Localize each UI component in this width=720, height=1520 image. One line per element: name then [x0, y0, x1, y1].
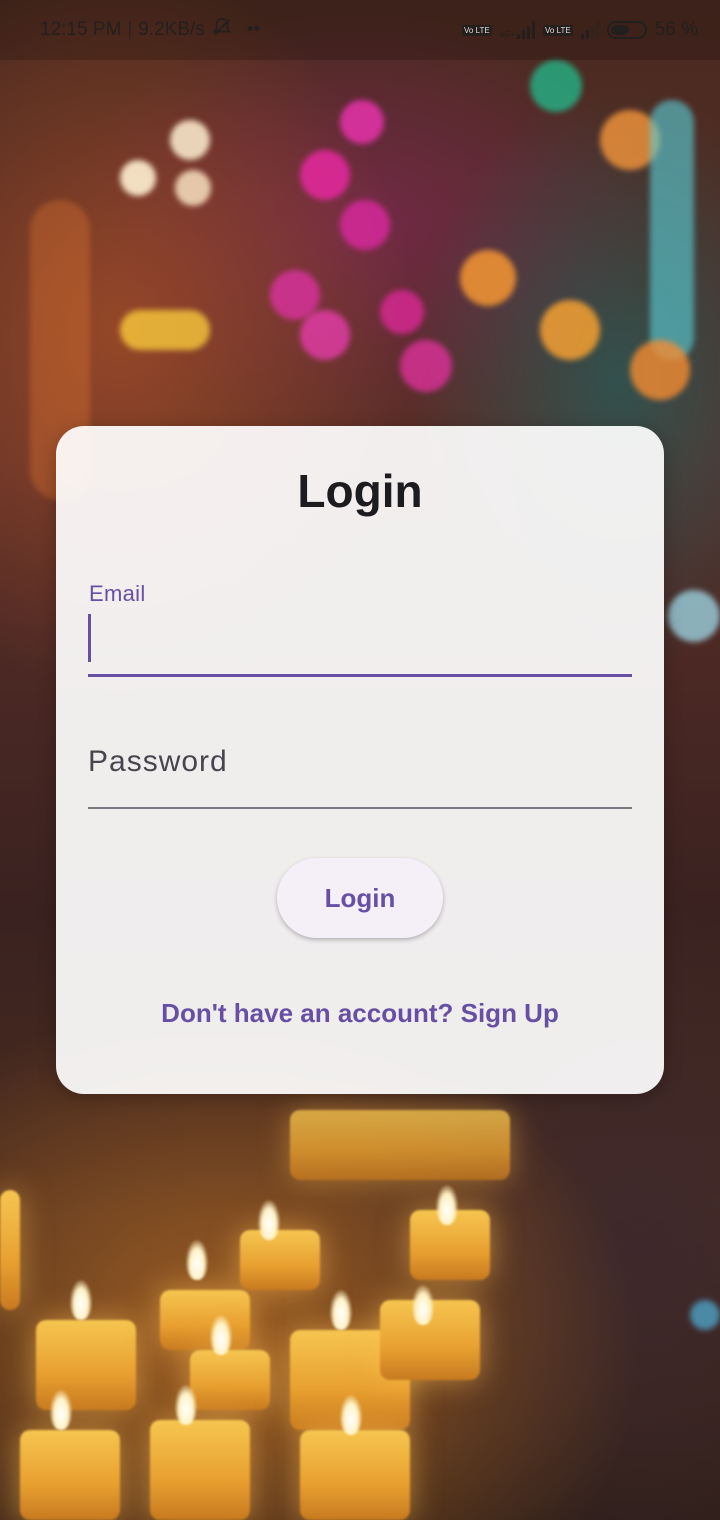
candle-flame [412, 1285, 434, 1325]
candle [36, 1320, 136, 1410]
signup-link[interactable]: Don't have an account? Sign Up [0, 998, 720, 1029]
email-field[interactable] [88, 612, 632, 662]
login-button[interactable]: Login [277, 858, 443, 938]
candle [20, 1430, 120, 1520]
candle [290, 1110, 510, 1180]
battery-percent: 56 % [654, 19, 698, 40]
bokeh-light [300, 310, 350, 360]
candle-flame [50, 1390, 72, 1430]
candle-flame [70, 1280, 92, 1320]
bokeh-light [380, 290, 424, 334]
password-field[interactable] [88, 732, 632, 792]
status-bar: 12:15 PM | 9.2KB/s •• Vo LTE 4G+ Vo LTE … [0, 0, 720, 60]
candle [190, 1350, 270, 1410]
bokeh-light [340, 100, 384, 144]
candle-flame [330, 1290, 352, 1330]
candle [160, 1290, 250, 1350]
bokeh-light [530, 60, 582, 112]
bokeh-light [120, 310, 210, 350]
candle-flame [175, 1385, 197, 1425]
candle [150, 1420, 250, 1520]
bokeh-light [460, 250, 516, 306]
signal-strength-icon-2 [580, 21, 599, 39]
status-net-speed: 9.2KB/s [138, 19, 205, 40]
bokeh-light [340, 200, 390, 250]
signal-strength-icon: 4G+ [499, 21, 536, 39]
candle [300, 1430, 410, 1520]
candle-flame [436, 1185, 458, 1225]
candle-flame [210, 1315, 232, 1355]
volte-badge-2: Vo LTE [543, 24, 573, 36]
network-type: 4G+ [499, 30, 516, 39]
bokeh-light [668, 590, 720, 642]
bokeh-light [120, 160, 156, 196]
bokeh-light [400, 340, 452, 392]
password-underline [88, 807, 632, 809]
candle-flame [340, 1395, 362, 1435]
email-underline [88, 674, 632, 677]
bokeh-light [540, 300, 600, 360]
bokeh-light [175, 170, 211, 206]
status-separator: | [127, 19, 133, 40]
bokeh-light [170, 120, 210, 160]
status-time: 12:15 PM [40, 19, 122, 40]
email-label: Email [89, 581, 146, 606]
candle [0, 1190, 20, 1310]
candle-flame [186, 1240, 208, 1280]
login-title: Login [297, 465, 423, 517]
volte-badge: Vo LTE [462, 24, 492, 36]
bokeh-light [630, 340, 690, 400]
bokeh-light [300, 150, 350, 200]
more-dots-icon: •• [246, 19, 261, 40]
bokeh-light [690, 1300, 720, 1330]
text-cursor [88, 614, 91, 662]
candle [240, 1230, 320, 1290]
bokeh-light [650, 100, 694, 360]
battery-icon [606, 21, 647, 39]
bell-off-icon [211, 16, 233, 44]
candle-flame [258, 1200, 280, 1240]
